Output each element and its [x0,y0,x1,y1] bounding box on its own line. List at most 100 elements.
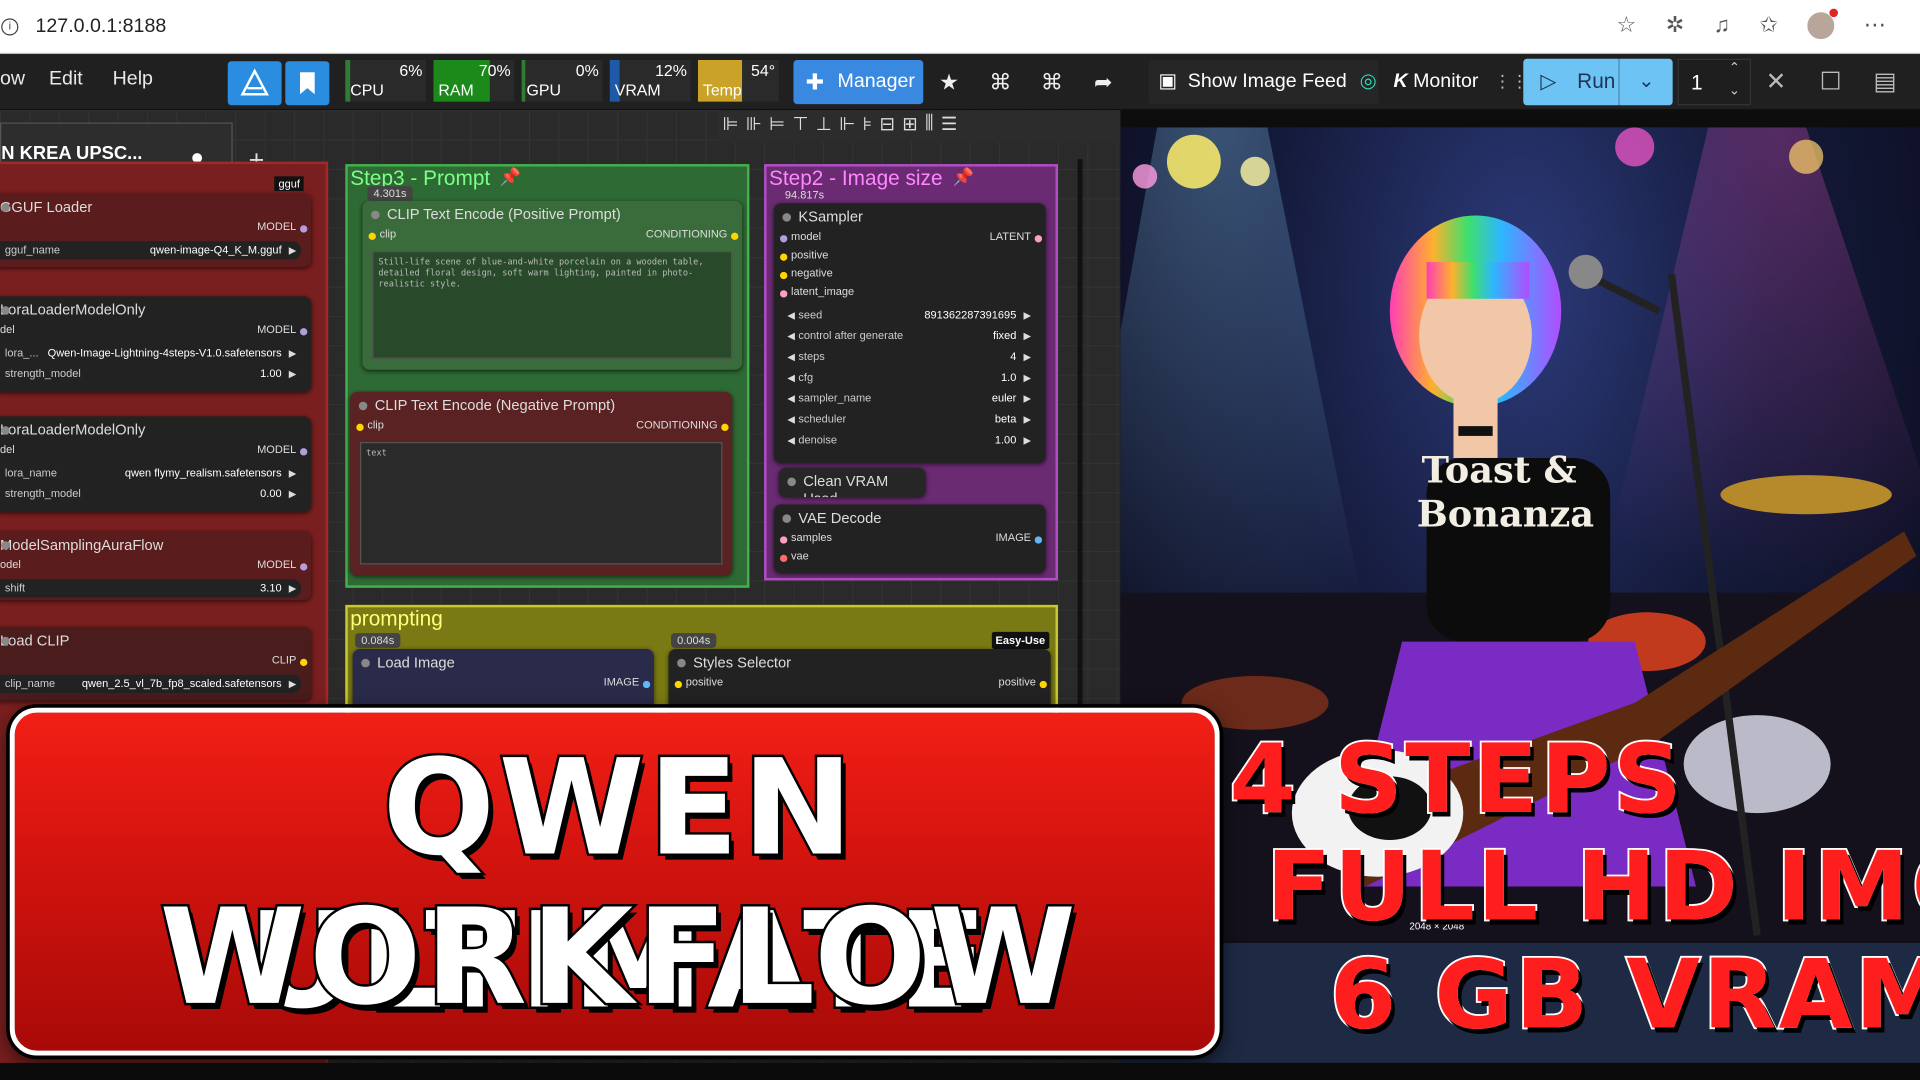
port-dot[interactable] [300,448,308,456]
port-positive[interactable]: positive [774,249,1046,267]
port-dot[interactable] [780,290,788,298]
comfy-logo-button[interactable] [227,61,282,106]
widget-control-after-generate[interactable]: ◀ control after generate fixed ▶ [783,326,1036,346]
increment-arrow-icon[interactable]: ▶ [289,241,297,259]
port-dot[interactable] [300,658,308,667]
increment-arrow-icon[interactable]: ▶ [1023,410,1031,428]
decrement-arrow-icon[interactable]: ◀ [787,348,795,366]
widget-strength-model[interactable]: strength_model 0.00 ▶ [0,484,302,504]
decrement-arrow-icon[interactable]: ◀ [787,306,795,324]
run-button[interactable]: ▷ Run [1523,58,1619,106]
widget-steps[interactable]: ◀ steps 4 ▶ [783,347,1036,367]
star-icon[interactable]: ★ [931,61,968,103]
distribute-v-icon[interactable]: ⊟ [880,113,895,140]
increment-arrow-icon[interactable]: ▶ [1023,389,1031,407]
widget-cfg[interactable]: ◀ cfg 1.0 ▶ [783,368,1036,387]
menu-icon[interactable]: ☰ [941,113,957,140]
run-options-dropdown[interactable]: ⌄ [1618,58,1673,106]
align-middle-icon[interactable]: ⊥ [816,113,832,140]
widget-strength-model[interactable]: strength_model 1.00 ▶ [0,364,302,384]
port-row[interactable]: CLIP [0,654,311,672]
increment-arrow-icon[interactable]: ▶ [289,485,297,503]
distribute-h-icon[interactable]: ⊧ [863,113,873,140]
widget-gguf-name[interactable]: gguf_name qwen-image-Q4_K_M.gguf ▶ [0,241,302,260]
increment-arrow-icon[interactable]: ▶ [1023,327,1031,345]
increment-arrow-icon[interactable]: ▶ [289,365,297,383]
show-image-feed-button[interactable]: ▣ Show Image Feed ◎ [1148,60,1379,105]
graph-arrange-alt-icon[interactable]: ⌘ [1033,61,1070,103]
decrement-arrow-icon[interactable]: ◀ [787,410,795,428]
port-vae[interactable]: vae [774,550,1046,568]
widget-shift[interactable]: shift 3.10 ▶ [0,579,302,598]
url-text[interactable]: 127.0.0.1:8188 [36,15,167,37]
site-info-icon[interactable]: i [1,17,19,35]
port-row[interactable]: odel MODEL [0,558,311,576]
port-dot[interactable] [1034,235,1043,243]
port-negative[interactable]: negative [774,267,1046,285]
widget-sampler-name[interactable]: ◀ sampler_name euler ▶ [783,389,1036,408]
panel-icon[interactable]: ▤ [1873,66,1896,97]
node-clean-vram[interactable]: Clean VRAM Used [778,467,926,498]
decrement-arrow-icon[interactable]: ◀ [787,327,795,345]
align-top-icon[interactable]: ⊤ [793,113,809,140]
port-clip[interactable]: clip CONDITIONING [362,228,742,246]
node-vae-decode[interactable]: VAE Decode samples IMAGE vae [773,504,1046,574]
align-center-icon[interactable]: ⊪ [746,113,762,140]
port-dot[interactable] [300,225,308,233]
node-ksampler[interactable]: KSampler model LATENT positive negative late… [773,203,1046,463]
widget-denoise[interactable]: ◀ denoise 1.00 ▶ [783,431,1036,450]
favorites-icon[interactable]: ✩ [1759,12,1777,39]
positive-prompt-textarea[interactable]: Still-life scene of blue-and-white porce… [372,251,733,359]
increment-arrow-icon[interactable]: ▶ [289,675,297,693]
port-dot[interactable] [780,235,788,243]
port-clip[interactable]: clip CONDITIONING [350,419,732,437]
widget-seed[interactable]: ◀ seed 891362287391695 ▶ [783,306,1036,325]
graph-arrange-icon[interactable]: ⌘ [982,61,1019,103]
increment-arrow-icon[interactable]: ▶ [1023,369,1031,387]
increment-arrow-icon[interactable]: ▶ [289,579,297,597]
maximize-icon[interactable]: ☐ [1820,66,1842,97]
node-left-2[interactable]: LoraLoaderModelOnly del MODEL lora_name qwen… [0,416,312,512]
stack-v-icon[interactable]: ⫼ [925,113,933,140]
port-dot[interactable] [300,328,308,336]
media-icon[interactable]: ♫ [1714,12,1731,39]
node-left-1[interactable]: LoraLoaderModelOnly del MODEL lora_... Qwen-… [0,296,312,392]
batch-count-input[interactable]: 1 ⌃ ⌄ [1677,58,1752,106]
port-model[interactable]: model LATENT [774,230,1046,248]
node-left-3[interactable]: ModelSamplingAuraFlow odel MODEL shift 3.10 ▶ [0,531,312,601]
star-bookmark-icon[interactable]: ☆ [1617,12,1637,39]
port-image-out[interactable]: IMAGE [353,676,654,694]
align-right-icon[interactable]: ⊨ [769,113,785,140]
monitor-button[interactable]: K Monitor [1379,60,1487,104]
decrement-arrow-icon[interactable]: ◀ [787,389,795,407]
widget-lora----[interactable]: lora_... Qwen-Image-Lightning-4steps-V1.0… [0,344,302,363]
close-icon[interactable]: ✕ [1766,66,1787,97]
bookmark-button[interactable] [285,61,330,106]
node-clip-positive[interactable]: CLIP Text Encode (Positive Prompt) clip C… [362,200,743,370]
port-row[interactable]: del MODEL [0,443,311,461]
stack-h-icon[interactable]: ⊞ [902,113,917,140]
more-menu-icon[interactable]: ⋯ [1864,12,1886,39]
node-left-4[interactable]: Load CLIP CLIP clip_name qwen_2.5_vl_7b_fp8… [0,626,312,701]
increment-arrow-icon[interactable]: ▶ [1023,306,1031,324]
share-arrow-icon[interactable]: ➦ [1085,61,1122,103]
node-clip-negative[interactable]: CLIP Text Encode (Negative Prompt) clip C… [350,391,733,576]
widget-lora-name[interactable]: lora_name qwen flymy_realism.safetensors ▶ [0,464,302,483]
port-row[interactable]: del MODEL [0,323,311,341]
menu-help[interactable]: Help [113,69,153,91]
port-samples[interactable]: samples IMAGE [774,531,1046,549]
widget-clip-name[interactable]: clip_name qwen_2.5_vl_7b_fp8_scaled.safet… [0,674,302,694]
increment-arrow-icon[interactable]: ▶ [289,464,297,482]
node-left-0[interactable]: GGUF Loader gguf MODEL gguf_name qwen-image-… [0,176,312,267]
align-left-icon[interactable]: ⊫ [722,113,738,140]
increment-arrow-icon[interactable]: ▶ [1023,431,1031,449]
port-latent-image[interactable]: latent_image [774,285,1046,303]
decrement-arrow-icon[interactable]: ◀ [787,369,795,387]
port-row[interactable]: MODEL [0,220,311,238]
stepper-icon[interactable]: ⌃ ⌄ [1729,58,1740,102]
port-dot[interactable] [780,271,788,280]
profile-avatar[interactable] [1807,8,1838,40]
menu-edit[interactable]: Edit [49,69,83,91]
manager-button[interactable]: ✚ Manager [793,60,924,105]
port-dot[interactable] [300,563,308,571]
